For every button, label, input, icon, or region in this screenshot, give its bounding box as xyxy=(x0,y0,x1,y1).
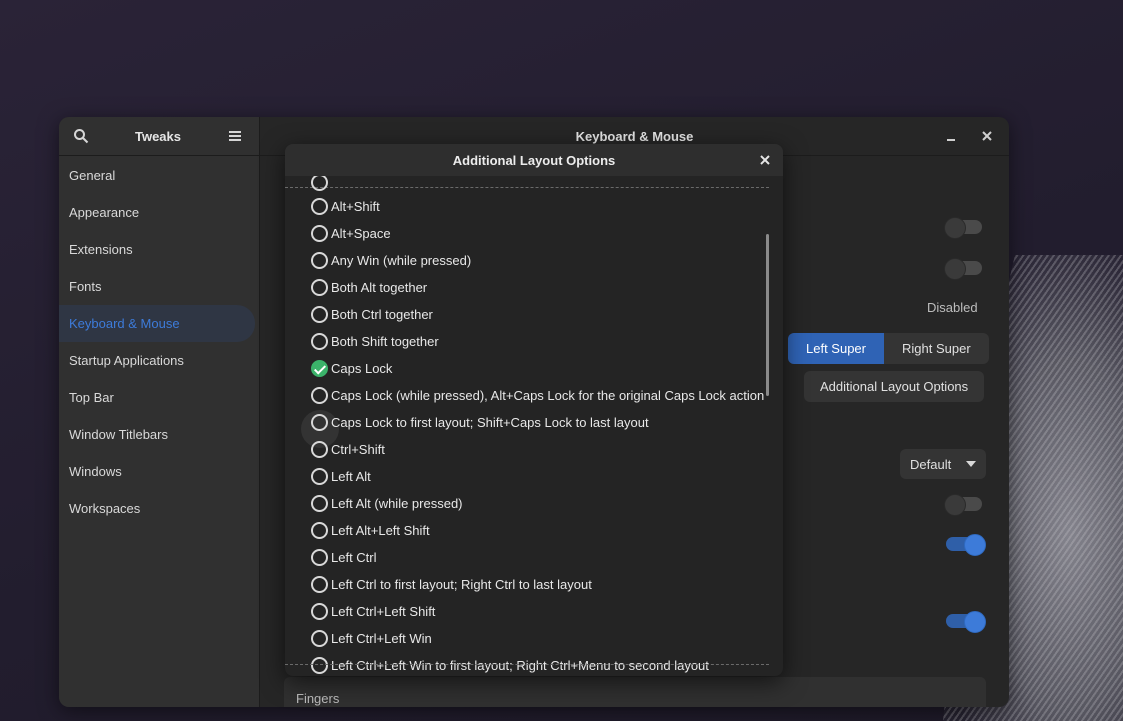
radio-button[interactable] xyxy=(311,522,328,539)
radio-button[interactable] xyxy=(311,495,328,512)
radio-button[interactable] xyxy=(311,414,328,431)
option-label: Left Ctrl to first layout; Right Ctrl to… xyxy=(331,577,592,592)
hamburger-menu-icon[interactable] xyxy=(225,126,245,146)
option-label: Caps Lock to first layout; Shift+Caps Lo… xyxy=(331,415,649,430)
super-key-selector: Left Super Right Super xyxy=(788,333,989,364)
layout-option[interactable]: Ctrl+Shift xyxy=(311,436,385,463)
radio-button[interactable] xyxy=(311,279,328,296)
toggle-switch-4[interactable] xyxy=(946,534,986,556)
layout-option[interactable]: Left Ctrl xyxy=(311,544,377,571)
option-label: Left Ctrl xyxy=(331,550,377,565)
left-super-button[interactable]: Left Super xyxy=(788,333,884,364)
radio-button-partial[interactable] xyxy=(311,176,328,191)
layout-option[interactable]: Left Alt+Left Shift xyxy=(311,517,430,544)
dialog-header: Additional Layout Options xyxy=(285,144,783,176)
layout-option[interactable]: Both Alt together xyxy=(311,274,427,301)
layout-option[interactable]: Left Ctrl+Left Win xyxy=(311,625,432,652)
radio-button[interactable] xyxy=(311,603,328,620)
option-label: Both Ctrl together xyxy=(331,307,433,322)
option-label: Left Alt+Left Shift xyxy=(331,523,430,538)
radio-button[interactable] xyxy=(311,468,328,485)
sidebar-item-fonts[interactable]: Fonts xyxy=(59,268,255,305)
option-label: Both Alt together xyxy=(331,280,428,295)
layout-option[interactable]: Both Ctrl together xyxy=(311,301,433,328)
option-label: Left Ctrl+Left Win to first layout; Righ… xyxy=(331,658,709,673)
layout-option[interactable]: Both Shift together xyxy=(311,328,439,355)
dropdown-value: Default xyxy=(910,456,952,472)
app-title: Tweaks xyxy=(134,128,181,144)
option-label: Left Ctrl+Left Win xyxy=(331,631,432,646)
layout-option[interactable]: Caps Lock (while pressed), Alt+Caps Lock… xyxy=(311,382,764,409)
radio-button[interactable] xyxy=(311,630,328,647)
scroll-top-divider xyxy=(285,187,769,188)
sidebar-item-keyboard-mouse[interactable]: Keyboard & Mouse xyxy=(59,305,255,342)
fingers-row: Fingers xyxy=(284,677,986,707)
disabled-label: Disabled xyxy=(927,300,978,315)
layout-option[interactable]: Any Win (while pressed) xyxy=(311,247,471,274)
minimize-icon[interactable] xyxy=(941,126,961,146)
sidebar-item-windows[interactable]: Windows xyxy=(59,453,255,490)
sidebar-item-startup-applications[interactable]: Startup Applications xyxy=(59,342,255,379)
chevron-down-icon xyxy=(966,461,976,467)
right-super-button[interactable]: Right Super xyxy=(884,333,989,364)
sidebar-item-window-titlebars[interactable]: Window Titlebars xyxy=(59,416,255,453)
toggle-switch-3[interactable] xyxy=(944,494,982,516)
additional-layout-options-button[interactable]: Additional Layout Options xyxy=(804,371,985,402)
dialog-title: Additional Layout Options xyxy=(452,152,616,168)
layout-option[interactable]: Left Ctrl to first layout; Right Ctrl to… xyxy=(311,571,592,598)
sidebar-item-extensions[interactable]: Extensions xyxy=(59,231,255,268)
radio-button[interactable] xyxy=(311,306,328,323)
layout-option[interactable]: Caps Lock to first layout; Shift+Caps Lo… xyxy=(311,409,649,436)
search-icon[interactable] xyxy=(71,126,91,146)
layout-option[interactable]: Left Alt (while pressed) xyxy=(311,490,463,517)
layout-option[interactable]: Alt+Shift xyxy=(311,193,380,220)
page-title: Keyboard & Mouse xyxy=(575,128,694,144)
toggle-switch-2[interactable] xyxy=(944,258,982,280)
window-controls xyxy=(941,126,997,146)
option-label: Left Alt xyxy=(331,469,371,484)
option-label: Alt+Shift xyxy=(331,199,380,214)
radio-button[interactable] xyxy=(311,387,328,404)
option-label: Alt+Space xyxy=(331,226,391,241)
option-label: Caps Lock (while pressed), Alt+Caps Lock… xyxy=(331,388,765,403)
option-label: Left Alt (while pressed) xyxy=(331,496,463,511)
radio-button[interactable] xyxy=(311,549,328,566)
radio-button[interactable] xyxy=(311,576,328,593)
sidebar-list: General Appearance Extensions Fonts Keyb… xyxy=(59,156,259,527)
radio-button[interactable] xyxy=(311,252,328,269)
scrollbar[interactable] xyxy=(766,234,769,396)
radio-button[interactable] xyxy=(311,225,328,242)
additional-layout-options-dialog: Additional Layout Options Alt+Shift Alt+S… xyxy=(285,144,783,676)
layout-option[interactable]: Left Alt xyxy=(311,463,371,490)
checked-radio-icon[interactable] xyxy=(311,360,328,377)
close-icon[interactable] xyxy=(977,126,997,146)
sidebar-item-appearance[interactable]: Appearance xyxy=(59,194,255,231)
layout-option[interactable]: Alt+Space xyxy=(311,220,391,247)
radio-button[interactable] xyxy=(311,657,328,674)
option-label: Ctrl+Shift xyxy=(331,442,385,457)
option-label: Any Win (while pressed) xyxy=(331,253,472,268)
close-icon[interactable] xyxy=(755,150,775,170)
options-list: Alt+Shift Alt+Space Any Win (while pressed… xyxy=(285,176,783,676)
layout-option[interactable]: Left Ctrl+Left Shift xyxy=(311,598,435,625)
radio-button[interactable] xyxy=(311,198,328,215)
scroll-bottom-divider xyxy=(285,664,769,665)
toggle-switch-5[interactable] xyxy=(946,611,986,633)
sidebar-item-workspaces[interactable]: Workspaces xyxy=(59,490,255,527)
option-label: Caps Lock xyxy=(331,361,393,376)
layout-option[interactable]: Caps Lock xyxy=(311,355,392,382)
option-label: Both Shift together xyxy=(331,334,439,349)
sidebar: Tweaks General Appearance Extensions Fon… xyxy=(59,117,260,707)
default-dropdown[interactable]: Default xyxy=(900,449,986,479)
toggle-switch-1[interactable] xyxy=(944,217,982,239)
sidebar-header: Tweaks xyxy=(59,117,259,156)
radio-button[interactable] xyxy=(311,441,328,458)
option-label: Left Ctrl+Left Shift xyxy=(331,604,436,619)
radio-button[interactable] xyxy=(311,333,328,350)
sidebar-item-general[interactable]: General xyxy=(59,157,255,194)
fingers-label: Fingers xyxy=(296,691,340,706)
sidebar-item-top-bar[interactable]: Top Bar xyxy=(59,379,255,416)
